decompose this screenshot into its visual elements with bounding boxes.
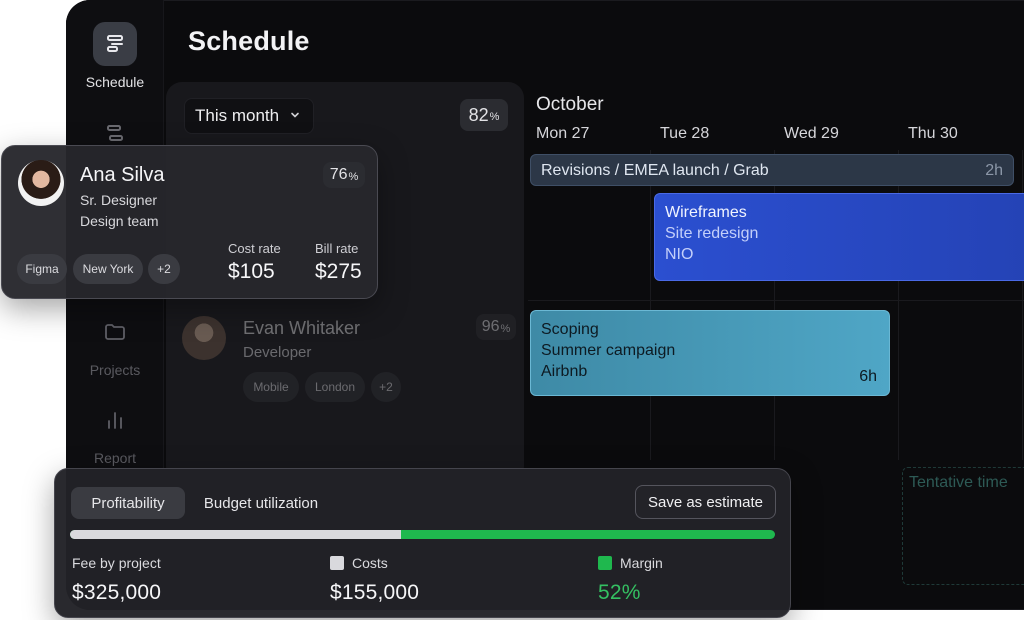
margin-swatch (598, 556, 612, 570)
sidebar-item-label: Report (93, 450, 137, 466)
tab-profitability[interactable]: Profitability (71, 487, 185, 519)
schedule-icon (93, 22, 137, 66)
page-title: Schedule (188, 26, 310, 56)
margin-value: 52% (598, 581, 641, 604)
resource-card-ana[interactable]: Ana Silva Sr. Designer Design team 76% F… (1, 145, 378, 299)
avatar (182, 316, 226, 360)
percent-symbol: % (348, 170, 359, 183)
costs-swatch (330, 556, 344, 570)
sidebar-item-label: Projects (89, 362, 141, 378)
utilization-value: 76 (329, 166, 348, 183)
event-revisions[interactable]: Revisions / EMEA launch / Grab 2h (530, 154, 1014, 186)
event-project: Summer campaign (541, 342, 676, 359)
bill-rate-value: $275 (315, 260, 362, 283)
grid-divider (650, 150, 651, 460)
event-scoping[interactable]: Scoping Summer campaign Airbnb 6h (530, 310, 890, 396)
calendar-day-header: Tue 28 (660, 125, 710, 142)
event-client: Airbnb (541, 363, 588, 380)
sidebar-item-report[interactable]: Report (66, 398, 164, 466)
calendar-day-header: Thu 30 (908, 125, 958, 142)
event-duration: 6h (859, 368, 877, 385)
event-title: Revisions / EMEA launch / Grab (541, 161, 769, 179)
person-role: Developer (243, 344, 312, 361)
resource-row-evan[interactable]: Evan Whitaker Developer 96% Mobile Londo… (166, 304, 524, 414)
tag-chip[interactable]: New York (73, 254, 143, 284)
margin-legend: Margin (598, 555, 663, 571)
costs-legend: Costs (330, 555, 388, 571)
cost-rate-value: $105 (228, 260, 275, 283)
event-title: Wireframes (665, 204, 747, 221)
tag-chip[interactable]: Mobile (243, 372, 299, 402)
chevron-down-icon (289, 106, 301, 126)
cost-rate-label: Cost rate (228, 241, 281, 256)
bar-chart-icon (93, 398, 137, 442)
costs-label-text: Costs (352, 555, 388, 571)
fee-label: Fee by project (72, 555, 161, 571)
event-duration: 2h (985, 161, 1003, 179)
month-filter-dropdown[interactable]: This month (184, 98, 314, 134)
costs-bar-fill (70, 530, 402, 539)
grid-divider (528, 300, 1024, 301)
calendar-day-header: Mon 27 (536, 125, 590, 142)
tag-more-chip[interactable]: +2 (148, 254, 180, 284)
tag-chip[interactable]: Figma (17, 254, 67, 284)
person-role: Sr. Designer (80, 192, 158, 208)
tab-budget-utilization[interactable]: Budget utilization (191, 487, 331, 519)
margin-label-text: Margin (620, 555, 663, 571)
utilization-value: 96 (481, 318, 500, 335)
utilization-badge: 76% (323, 162, 365, 188)
save-as-estimate-button[interactable]: Save as estimate (635, 485, 776, 519)
overall-utilization-value: 82 (468, 104, 489, 125)
event-project: Site redesign (665, 225, 759, 242)
month-filter-label: This month (195, 106, 280, 125)
person-name: Evan Whitaker (243, 318, 361, 338)
event-wireframes[interactable]: Wireframes Site redesign NIO (654, 193, 1024, 281)
person-team: Design team (80, 213, 159, 229)
sidebar-item-schedule[interactable]: Schedule (66, 22, 164, 90)
bill-rate-label: Bill rate (315, 241, 359, 256)
costs-value: $155,000 (330, 581, 420, 604)
fee-value: $325,000 (72, 581, 162, 604)
tag-more-chip[interactable]: +2 (371, 372, 401, 402)
profitability-panel: Profitability Budget utilization Save as… (54, 468, 791, 618)
percent-symbol: % (489, 110, 500, 123)
tentative-label: Tentative time (909, 474, 1008, 491)
tag-chip[interactable]: London (305, 372, 365, 402)
percent-symbol: % (500, 322, 511, 335)
overall-utilization-badge: 82% (460, 99, 508, 131)
event-client: NIO (665, 246, 694, 263)
calendar-month: October (536, 94, 604, 115)
utilization-badge: 96% (476, 314, 516, 340)
sidebar-item-projects[interactable]: Projects (66, 310, 164, 378)
tentative-time-slot[interactable]: Tentative time (902, 467, 1024, 585)
event-title: Scoping (541, 321, 599, 338)
folder-icon (93, 310, 137, 354)
fee-label-text: Fee by project (72, 555, 161, 571)
person-name: Ana Silva (80, 164, 165, 186)
avatar (18, 160, 64, 206)
profitability-bar (70, 530, 775, 539)
calendar-day-header: Wed 29 (784, 125, 839, 142)
sidebar-item-label: Schedule (85, 74, 145, 90)
